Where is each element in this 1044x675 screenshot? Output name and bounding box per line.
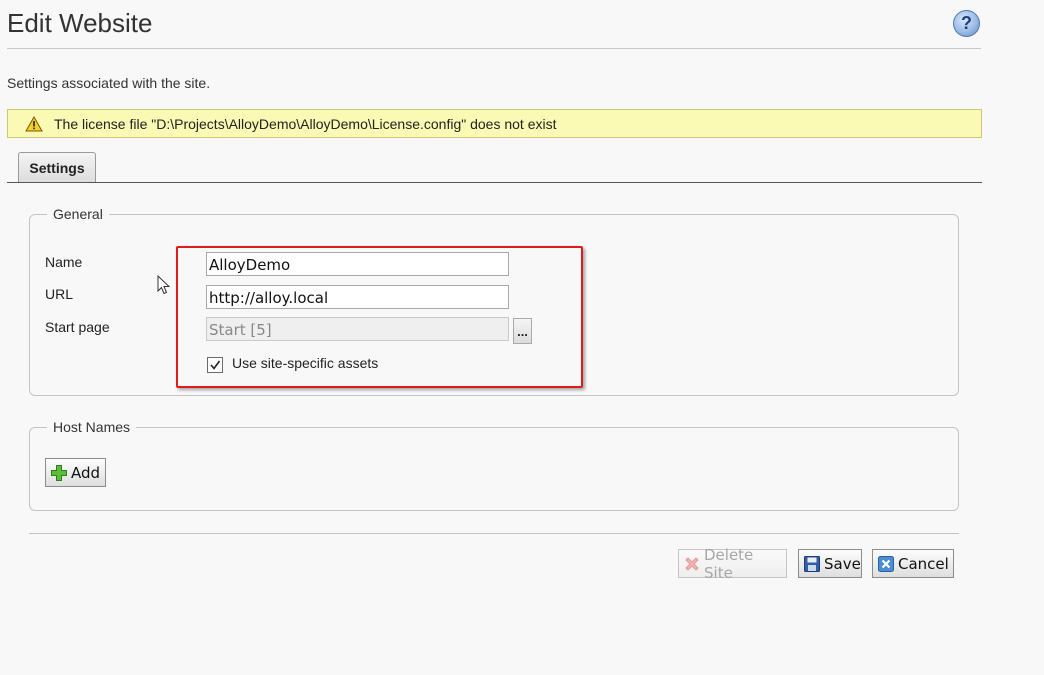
- delete-site-button[interactable]: Delete Site: [678, 546, 787, 582]
- plus-icon: [51, 464, 67, 481]
- cancel-button-label: Cancel: [898, 554, 949, 573]
- url-input[interactable]: [206, 285, 509, 309]
- mouse-pointer-icon: [157, 275, 171, 295]
- checkmark-icon: [210, 360, 221, 370]
- site-specific-assets-checkbox[interactable]: [207, 357, 223, 373]
- floppy-disk-icon: [804, 555, 820, 572]
- cancel-x-icon: [878, 555, 894, 572]
- site-specific-assets-label: Use site-specific assets: [232, 355, 379, 371]
- edit-website-page: Edit Website ? Settings associated with …: [0, 0, 1044, 675]
- start-page-label: Start page: [45, 319, 110, 335]
- help-icon[interactable]: ?: [953, 10, 980, 37]
- start-page-browse-button[interactable]: ...: [513, 318, 532, 344]
- general-legend: General: [53, 206, 103, 222]
- delete-x-icon: [685, 556, 699, 571]
- title-divider: [7, 48, 981, 49]
- page-description: Settings associated with the site.: [7, 75, 211, 91]
- tab-settings[interactable]: Settings: [18, 152, 96, 183]
- host-names-fieldset: Host Names: [29, 419, 959, 511]
- license-warning-banner: The license file "D:\Projects\AlloyDemo\…: [7, 109, 982, 138]
- tab-strip-divider: [7, 182, 982, 183]
- cancel-button[interactable]: Cancel: [872, 549, 954, 578]
- add-button-label: Add: [71, 463, 101, 482]
- warning-triangle-icon: [25, 115, 43, 132]
- page-title: Edit Website: [7, 8, 153, 38]
- name-input[interactable]: [206, 252, 509, 276]
- add-host-button[interactable]: Add: [45, 458, 106, 487]
- host-names-legend: Host Names: [53, 419, 131, 435]
- delete-button-label: Delete Site: [704, 545, 754, 582]
- name-label: Name: [45, 254, 83, 270]
- url-label: URL: [45, 286, 74, 302]
- save-button[interactable]: Save: [798, 549, 862, 578]
- actions-divider: [29, 533, 959, 534]
- warning-text: The license file "D:\Projects\AlloyDemo\…: [54, 115, 557, 132]
- start-page-input: [206, 317, 509, 341]
- save-button-label: Save: [824, 554, 861, 573]
